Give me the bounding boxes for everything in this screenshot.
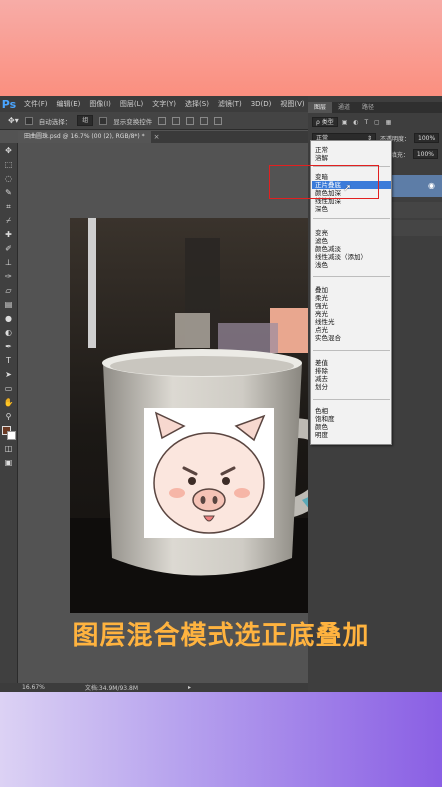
menu-edit[interactable]: 编辑(E) — [57, 99, 81, 109]
ps-logo: Ps — [1, 97, 17, 111]
blend-lighten[interactable]: 变亮 — [315, 229, 328, 237]
blend-dissolve[interactable]: 溶解 — [315, 154, 328, 162]
layer-filter-row: ρ 类型 ▣ ◐ T ▢ ▦ — [308, 116, 442, 128]
lasso-tool-icon[interactable]: ◌ — [3, 174, 15, 184]
blend-overlay[interactable]: 叠加 — [315, 286, 328, 294]
pen-tool-icon[interactable]: ✒ — [3, 342, 15, 352]
auto-select-checkbox[interactable] — [24, 116, 33, 125]
document-tab-bar: 田曲圆珠.psd @ 16.7% (00 (2), RGB/8*) * × — [18, 131, 308, 143]
highlight-frame — [269, 165, 379, 199]
blend-soft-light[interactable]: 柔光 — [315, 294, 328, 302]
type-tool-icon[interactable]: T — [3, 356, 15, 366]
menu-view[interactable]: 视图(V) — [280, 99, 304, 109]
hand-tool-icon[interactable]: ✋ — [3, 398, 15, 408]
fill-field[interactable]: 100% — [412, 149, 438, 159]
visibility-eye-icon[interactable]: ◉ — [428, 181, 435, 190]
menu-separator — [313, 276, 390, 277]
blend-hard-light[interactable]: 强光 — [315, 302, 328, 310]
brush-tool-icon[interactable]: ✐ — [3, 244, 15, 254]
layer-row[interactable] — [392, 220, 442, 236]
path-select-tool-icon[interactable]: ➤ — [3, 370, 15, 380]
close-tab-icon[interactable]: × — [154, 133, 160, 141]
menu-layer[interactable]: 图层(L) — [120, 99, 143, 109]
blend-divide[interactable]: 划分 — [315, 383, 328, 391]
move-tool-icon[interactable]: ✥▾ — [8, 116, 19, 125]
blend-linear-dodge[interactable]: 线性减淡（添加） — [315, 253, 367, 261]
history-brush-tool-icon[interactable]: ✑ — [3, 272, 15, 282]
gradient-tool-icon[interactable]: ▤ — [3, 300, 15, 310]
blend-linear-light[interactable]: 线性光 — [315, 318, 335, 326]
selected-layer-row[interactable]: ◉ — [392, 175, 442, 197]
blend-color[interactable]: 颜色 — [315, 423, 328, 431]
blend-subtract[interactable]: 减去 — [315, 375, 328, 383]
blend-exclusion[interactable]: 排除 — [315, 367, 328, 375]
fill-label: 填充： — [390, 151, 409, 159]
align-top-icon[interactable] — [158, 116, 167, 125]
menu-type[interactable]: 文字(Y) — [152, 99, 176, 109]
blend-darker-color[interactable]: 深色 — [315, 205, 328, 213]
kind-filter-dropdown[interactable]: ρ 类型 — [312, 117, 338, 127]
align-center-icon[interactable] — [214, 116, 223, 125]
crop-tool-icon[interactable]: ⌗ — [3, 202, 15, 212]
blend-pin-light[interactable]: 点光 — [315, 326, 328, 334]
blend-vivid-light[interactable]: 亮光 — [315, 310, 328, 318]
doc-size-readout: 文档:34.9M/93.8M — [84, 685, 139, 692]
panel-tabs: 图层 通道 路径 — [308, 102, 442, 113]
dodge-tool-icon[interactable]: ◐ — [3, 328, 15, 338]
marquee-tool-icon[interactable]: ⬚ — [3, 160, 15, 170]
status-arrow-icon[interactable]: ▸ — [188, 684, 191, 691]
eyedropper-tool-icon[interactable]: ⌿ — [3, 216, 15, 226]
tab-channels[interactable]: 通道 — [332, 102, 356, 113]
filter-icons[interactable]: ▣ ◐ T ▢ ▦ — [342, 119, 394, 126]
align-bottom-icon[interactable] — [186, 116, 195, 125]
eraser-tool-icon[interactable]: ▱ — [3, 286, 15, 296]
healing-tool-icon[interactable]: ✚ — [3, 230, 15, 240]
blend-lighter-color[interactable]: 浅色 — [315, 261, 328, 269]
quick-select-tool-icon[interactable]: ✎ — [3, 188, 15, 198]
align-left-icon[interactable] — [200, 116, 209, 125]
color-swatches[interactable] — [1, 426, 16, 440]
layer-row[interactable] — [392, 202, 442, 218]
menu-3d[interactable]: 3D(D) — [251, 100, 272, 108]
blend-saturation[interactable]: 饱和度 — [315, 415, 335, 423]
tab-paths[interactable]: 路径 — [356, 102, 380, 113]
menu-separator — [313, 218, 390, 219]
menu-select[interactable]: 选择(S) — [185, 99, 209, 109]
stamp-tool-icon[interactable]: ⊥ — [3, 258, 15, 268]
blend-luminosity[interactable]: 明度 — [315, 431, 328, 439]
transform-label: 显示变换控件 — [113, 117, 153, 126]
menu-image[interactable]: 图像(I) — [89, 99, 111, 109]
caption-text: 图层混合模式选正底叠加 — [72, 621, 370, 651]
move-tool-icon[interactable]: ✥ — [3, 146, 15, 156]
opacity-field[interactable]: 100% — [414, 133, 440, 143]
blend-normal[interactable]: 正常 — [315, 146, 328, 154]
auto-select-label: 自动选择： — [38, 117, 72, 126]
top-background — [0, 0, 442, 96]
zoom-readout: 16.67% — [22, 684, 45, 691]
zoom-tool-icon[interactable]: ⚲ — [3, 412, 15, 422]
shape-tool-icon[interactable]: ▭ — [3, 384, 15, 394]
menu-file[interactable]: 文件(F) — [24, 99, 48, 109]
transform-checkbox[interactable] — [99, 116, 108, 125]
blend-hard-mix[interactable]: 实色混合 — [315, 334, 341, 342]
screen-mode-icon[interactable]: ▣ — [3, 458, 15, 468]
menu-separator — [313, 350, 390, 351]
pig-sticker — [144, 408, 274, 538]
menu-filter[interactable]: 滤镜(T) — [218, 99, 242, 109]
blend-screen[interactable]: 滤色 — [315, 237, 328, 245]
blend-hue[interactable]: 色相 — [315, 407, 328, 415]
blend-difference[interactable]: 差值 — [315, 359, 328, 367]
document-tab[interactable]: 田曲圆珠.psd @ 16.7% (00 (2), RGB/8*) * — [18, 131, 151, 143]
blend-color-dodge[interactable]: 颜色减淡 — [315, 245, 341, 253]
toolbox: ✥ ⬚ ◌ ✎ ⌗ ⌿ ✚ ✐ ⊥ ✑ ▱ ▤ ● ◐ ✒ T ➤ ▭ ✋ ⚲ … — [0, 143, 18, 683]
quick-mask-icon[interactable]: ◫ — [3, 444, 15, 454]
kind-filter-label: 类型 — [321, 119, 334, 126]
bottom-background — [0, 692, 442, 787]
blur-tool-icon[interactable]: ● — [3, 314, 15, 324]
tab-layers[interactable]: 图层 — [308, 102, 333, 113]
menu-separator — [313, 399, 390, 400]
align-middle-icon[interactable] — [172, 116, 181, 125]
auto-select-dropdown[interactable]: 组 — [77, 115, 94, 126]
mouse-cursor-icon: ➚ — [343, 183, 352, 194]
